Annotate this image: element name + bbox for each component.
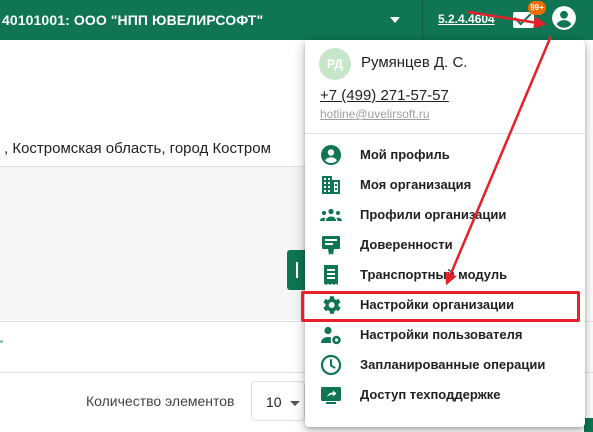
menu-item-my-organization[interactable]: Моя организация [305,170,585,200]
user-settings-icon [321,326,341,345]
mail-icon[interactable] [513,12,534,28]
account-circle-icon[interactable] [551,5,577,31]
address-value: , Костромская область, город Костром [4,140,271,157]
menu-item-label: Профили организации [360,207,507,222]
menu-item-label: Запланированные операции [360,357,546,372]
support-email-link[interactable]: hotline@uvelirsoft.ru [320,107,430,121]
menu-divider [305,133,585,134]
scroll-edge [584,418,593,432]
menu-item-user-settings[interactable]: Настройки пользователя [305,320,585,350]
items-per-page-value: 10 [266,394,282,410]
organization-select-value: 40101001: ООО "НПП ЮВЕЛИРСОФТ" [2,12,264,28]
menu-item-support-access[interactable]: Доступ техподдержке [305,380,585,410]
share-screen-icon [321,387,341,404]
menu-item-label: Мой профиль [360,147,450,162]
items-per-page-select[interactable]: 10 [251,381,305,421]
menu-item-label: Транспортный модуль [360,267,508,282]
address-field[interactable]: , Костромская область, город Костром [0,130,310,167]
row-marker [0,340,3,343]
notification-badge: 99+ [528,1,546,15]
menu-item-my-profile[interactable]: Мой профиль [305,140,585,170]
organization-select[interactable]: 40101001: ООО "НПП ЮВЕЛИРСОФТ" [0,0,423,40]
menu-item-label: Доверенности [360,237,453,252]
chevron-down-icon [390,17,400,23]
certificate-icon [322,236,340,255]
document-list-icon [324,265,338,285]
user-menu: РД Румянцев Д. С. +7 (499) 271-57-57 hot… [305,40,585,427]
version-link[interactable]: 5.2.4.4604 [438,12,495,26]
menu-item-powers-of-attorney[interactable]: Доверенности [305,230,585,260]
menu-item-organization-profiles[interactable]: Профили организации [305,200,585,230]
account-circle-icon [321,145,341,165]
menu-item-label: Настройки пользователя [360,327,523,342]
chevron-down-icon [290,401,300,406]
menu-item-label: Моя организация [360,177,472,192]
add-button[interactable] [287,250,307,290]
support-phone-link[interactable]: +7 (499) 271-57-57 [320,87,449,104]
user-menu-header: РД Румянцев Д. С. +7 (499) 271-57-57 hot… [305,40,585,132]
menu-item-scheduled-operations[interactable]: Запланированные операции [305,350,585,380]
building-icon [322,176,340,194]
clock-icon [320,354,342,376]
highlight-box [301,291,580,322]
user-name: Румянцев Д. С. [361,54,468,71]
menu-item-transport-module[interactable]: Транспортный модуль [305,260,585,290]
items-per-page-label: Количество элементов [86,393,235,409]
content-panel [0,167,310,320]
menu-item-label: Доступ техподдержке [360,387,501,402]
top-bar: 40101001: ООО "НПП ЮВЕЛИРСОФТ" 5.2.4.460… [0,0,593,40]
people-group-icon [320,208,342,221]
avatar: РД [319,48,351,80]
